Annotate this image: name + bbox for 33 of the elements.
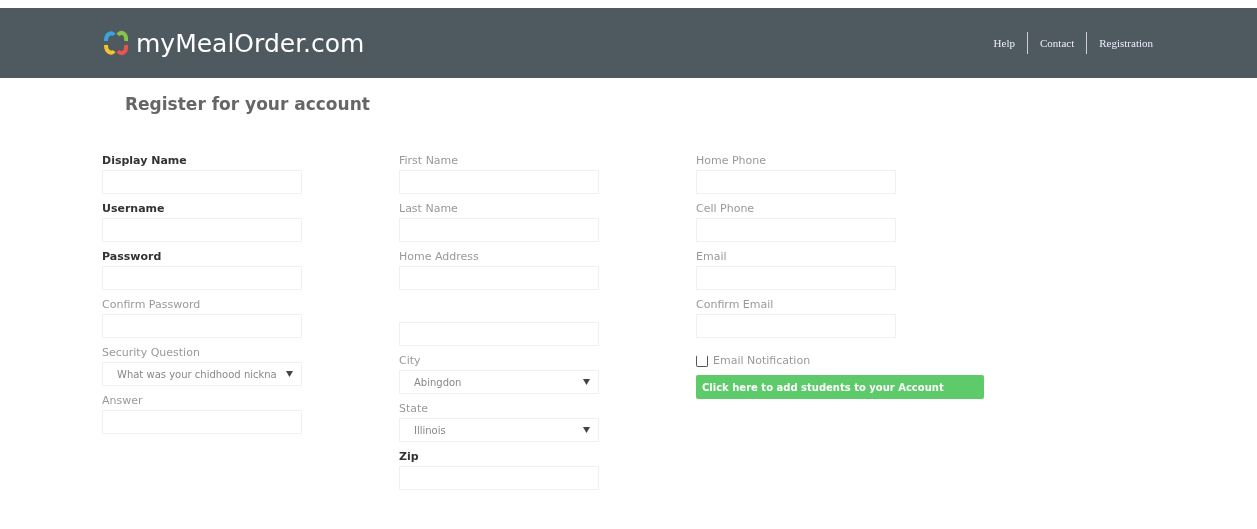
checkbox-label: Email Notification xyxy=(713,354,811,367)
field-label: Answer xyxy=(102,394,144,407)
page-title: Register for your account xyxy=(125,94,371,114)
field-label: Confirm Password xyxy=(102,298,202,311)
field-label: Confirm Email xyxy=(696,298,775,311)
caret-icon xyxy=(583,427,590,433)
caret-icon xyxy=(583,379,590,385)
nav-link[interactable]: Contact xyxy=(1027,32,1087,54)
field-label: Home Address xyxy=(399,250,480,263)
logo-icon xyxy=(102,29,130,57)
select-field[interactable]: What was your chidhood nickna xyxy=(102,362,302,386)
field-label: Home Phone xyxy=(696,154,768,167)
field-label: Username xyxy=(102,202,166,215)
select-value: Illinois xyxy=(414,424,446,436)
field-label: Cell Phone xyxy=(696,202,756,215)
select-value: Abingdon xyxy=(414,376,462,388)
field-label: State xyxy=(399,402,430,415)
select-field[interactable]: Abingdon xyxy=(399,370,599,394)
field-label: City xyxy=(399,354,422,367)
nav-link[interactable]: Help xyxy=(981,32,1027,54)
field-label: Last Name xyxy=(399,202,459,215)
nav-link[interactable]: Registration xyxy=(1086,32,1165,54)
caret-icon xyxy=(286,371,293,377)
field-label: Zip xyxy=(399,450,420,463)
field-label: Email xyxy=(696,250,728,263)
field-label: Password xyxy=(102,250,163,263)
select-value: What was your chidhood nickna xyxy=(117,368,277,380)
logo-text[interactable]: myMealOrder.com xyxy=(136,28,365,58)
checkbox[interactable] xyxy=(696,354,708,367)
field-label: Security Question xyxy=(102,346,201,359)
select-field[interactable]: Illinois xyxy=(399,418,599,442)
field-label: Display Name xyxy=(102,154,188,167)
field-label: First Name xyxy=(399,154,460,167)
